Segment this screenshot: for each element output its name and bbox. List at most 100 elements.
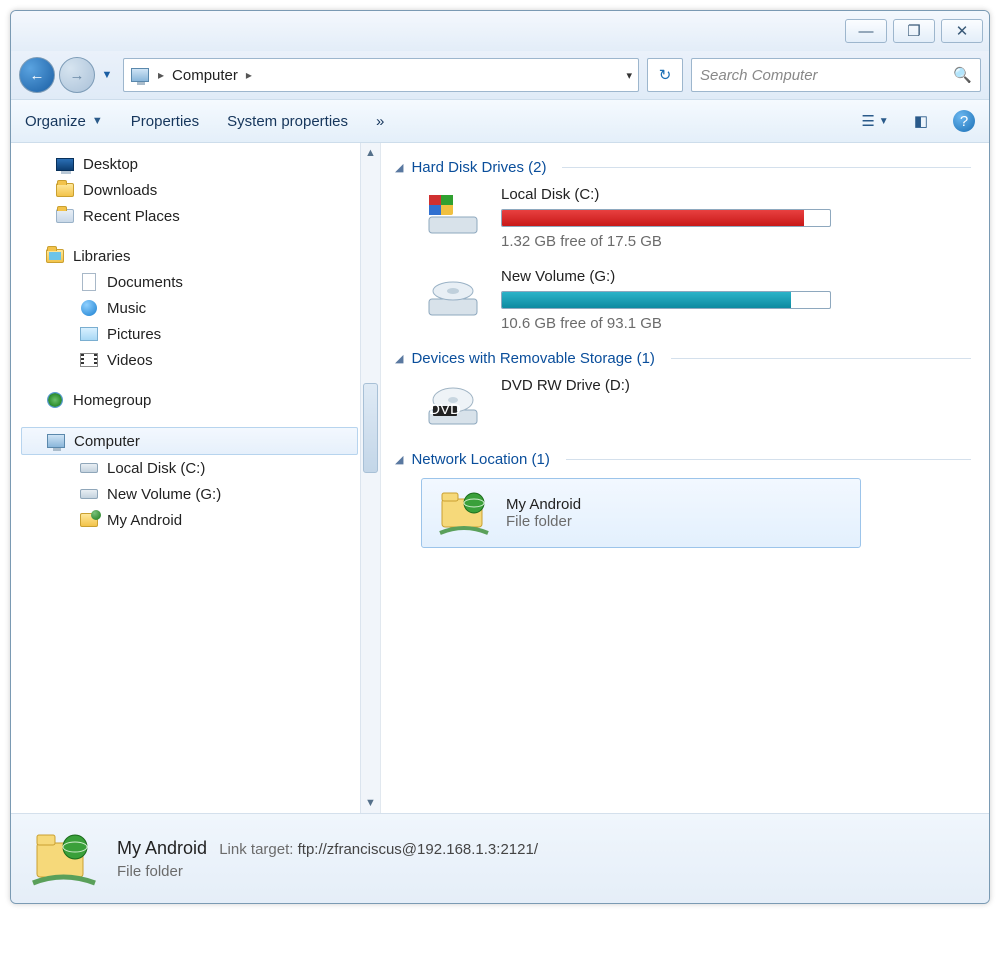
view-list-icon: ☰ [861, 112, 874, 130]
details-pane: My Android Link target: ftp://zfranciscu… [11, 813, 989, 903]
scroll-down-icon[interactable]: ▼ [361, 793, 380, 813]
close-icon: ✕ [956, 22, 969, 40]
tree-label: New Volume (G:) [107, 486, 221, 503]
tree-libraries[interactable]: Libraries [15, 243, 380, 269]
search-box[interactable]: Search Computer 🔍 [691, 58, 981, 92]
hdd-windows-icon [421, 186, 485, 242]
tree-label: Homegroup [73, 392, 151, 409]
group-network-location[interactable]: ◢ Network Location (1) [395, 451, 971, 468]
libraries-icon [45, 247, 65, 265]
address-bar[interactable]: ▸ Computer ▸ ▾ [123, 58, 639, 92]
breadcrumb-computer[interactable]: Computer [172, 67, 238, 84]
nav-row: ← → ▼ ▸ Computer ▸ ▾ ↻ Search Computer 🔍 [11, 51, 989, 99]
desktop-icon [55, 155, 75, 173]
scroll-up-icon[interactable]: ▲ [361, 143, 380, 163]
forward-button[interactable]: → [59, 57, 95, 93]
tree-label: Videos [107, 352, 153, 369]
preview-pane-button[interactable]: ◧ [907, 109, 935, 133]
tree-label: My Android [107, 512, 182, 529]
capacity-bar [501, 209, 831, 227]
drive-dvd-rw-d[interactable]: DVD DVD RW Drive (D:) [421, 377, 971, 433]
tree-homegroup[interactable]: Homegroup [15, 387, 380, 413]
tree-music[interactable]: Music [15, 295, 380, 321]
search-placeholder: Search Computer [700, 67, 818, 84]
tree-videos[interactable]: Videos [15, 347, 380, 373]
divider [671, 358, 971, 359]
dvd-drive-icon: DVD [421, 377, 485, 433]
capacity-fill [502, 210, 804, 226]
forward-arrow-icon: → [70, 67, 85, 84]
divider [562, 167, 971, 168]
group-label: Network Location (1) [411, 451, 549, 468]
help-icon: ? [960, 113, 968, 130]
help-button[interactable]: ? [953, 110, 975, 132]
tree-my-android[interactable]: My Android [15, 507, 380, 533]
address-dropdown[interactable]: ▾ [626, 69, 632, 82]
drive-name: DVD RW Drive (D:) [501, 377, 971, 394]
maximize-icon: ❐ [907, 22, 920, 40]
collapse-icon: ◢ [395, 352, 403, 365]
videos-icon [79, 351, 99, 369]
nav-history-dropdown[interactable]: ▼ [99, 69, 115, 81]
details-link-value: ftp://zfranciscus@192.168.1.3:2121/ [298, 841, 538, 858]
refresh-button[interactable]: ↻ [647, 58, 683, 92]
hdd-icon [79, 459, 99, 477]
close-button[interactable]: ✕ [941, 19, 983, 43]
toolbar: Organize ▼ Properties System properties … [11, 99, 989, 143]
tree-desktop[interactable]: Desktop [15, 151, 380, 177]
tree-scrollbar[interactable]: ▲ ▼ [360, 143, 380, 813]
back-button[interactable]: ← [19, 57, 55, 93]
tree-computer[interactable]: Computer [21, 427, 358, 455]
network-folder-icon [79, 511, 99, 529]
capacity-fill [502, 292, 791, 308]
network-location-type: File folder [506, 513, 581, 530]
tree-label: Libraries [73, 248, 131, 265]
group-hard-disk-drives[interactable]: ◢ Hard Disk Drives (2) [395, 159, 971, 176]
maximize-button[interactable]: ❐ [893, 19, 935, 43]
search-icon: 🔍 [953, 66, 972, 84]
scroll-thumb[interactable] [363, 383, 378, 473]
details-name: My Android [117, 838, 207, 858]
tree-local-disk-c[interactable]: Local Disk (C:) [15, 455, 380, 481]
organize-label: Organize [25, 113, 86, 130]
system-properties-button[interactable]: System properties [227, 113, 348, 130]
computer-icon [46, 432, 66, 450]
drive-stat: 10.6 GB free of 93.1 GB [501, 315, 971, 332]
breadcrumb-sep-icon: ▸ [158, 68, 164, 82]
tree-downloads[interactable]: Downloads [15, 177, 380, 203]
drive-info: Local Disk (C:) 1.32 GB free of 17.5 GB [501, 186, 971, 250]
group-removable-storage[interactable]: ◢ Devices with Removable Storage (1) [395, 350, 971, 367]
refresh-icon: ↻ [659, 66, 672, 84]
svg-text:DVD: DVD [429, 401, 461, 418]
tree-recent-places[interactable]: Recent Places [15, 203, 380, 229]
tree-label: Computer [74, 433, 140, 450]
drive-local-disk-c[interactable]: Local Disk (C:) 1.32 GB free of 17.5 GB [421, 186, 971, 250]
music-icon [79, 299, 99, 317]
pictures-icon [79, 325, 99, 343]
drive-name: New Volume (G:) [501, 268, 971, 285]
organize-menu[interactable]: Organize ▼ [25, 113, 103, 130]
toolbar-right: ☰ ▼ ◧ ? [861, 109, 975, 133]
tree-documents[interactable]: Documents [15, 269, 380, 295]
minimize-button[interactable]: — [845, 19, 887, 43]
tree-label: Music [107, 300, 146, 317]
toolbar-overflow[interactable]: » [376, 113, 384, 130]
tree-pictures[interactable]: Pictures [15, 321, 380, 347]
hdd-icon [79, 485, 99, 503]
properties-button[interactable]: Properties [131, 113, 199, 130]
breadcrumb-sep-icon: ▸ [246, 68, 252, 82]
tree-new-volume-g[interactable]: New Volume (G:) [15, 481, 380, 507]
preview-pane-icon: ◧ [914, 112, 928, 130]
drive-new-volume-g[interactable]: New Volume (G:) 10.6 GB free of 93.1 GB [421, 268, 971, 332]
network-folder-icon [436, 489, 492, 537]
capacity-bar [501, 291, 831, 309]
details-info: My Android Link target: ftp://zfranciscu… [117, 838, 538, 880]
recent-icon [55, 207, 75, 225]
view-mode-button[interactable]: ☰ ▼ [861, 109, 889, 133]
drive-info: DVD RW Drive (D:) [501, 377, 971, 400]
details-link-label: Link target: [219, 841, 293, 858]
network-location-my-android[interactable]: My Android File folder [421, 478, 861, 548]
collapse-icon: ◢ [395, 161, 403, 174]
tree-label: Recent Places [83, 208, 180, 225]
titlebar: — ❐ ✕ [11, 11, 989, 51]
